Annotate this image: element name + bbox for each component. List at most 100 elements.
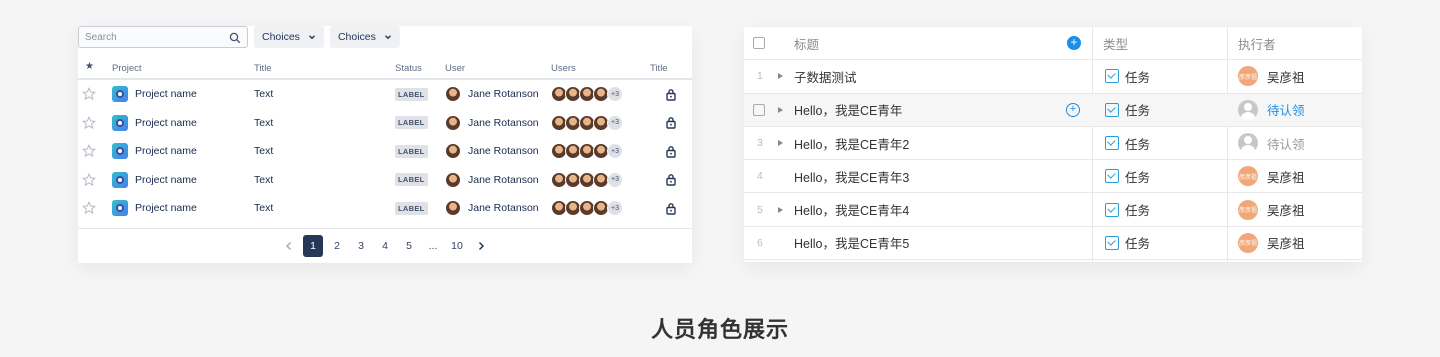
table-row[interactable]: Project name Text LABEL Jane Rotanson +3 — [78, 109, 692, 138]
col-title[interactable]: 标题 — [794, 27, 819, 59]
col-status[interactable]: Status — [395, 63, 422, 74]
assignee-name[interactable]: 吴彦祖 — [1267, 67, 1305, 86]
task-title[interactable]: Hello，我是CE青年3 — [794, 160, 909, 192]
task-row[interactable]: Hello，我是CE青年 + 任务 待认领 — [744, 93, 1362, 127]
star-icon[interactable] — [82, 137, 96, 166]
star-icon[interactable] — [82, 80, 96, 109]
assignee-name[interactable]: 吴彦祖 — [1267, 167, 1305, 186]
page-4[interactable]: 4 — [375, 235, 395, 257]
more-users-badge[interactable]: +3 — [607, 200, 623, 217]
avatar-group[interactable]: +3 — [551, 166, 623, 195]
task-row[interactable]: 3 Hello，我是CE青年2 任务 待认领 — [744, 127, 1362, 161]
task-type[interactable]: 任务 — [1125, 100, 1150, 119]
more-users-badge[interactable]: +3 — [607, 143, 623, 160]
select-all-checkbox[interactable] — [753, 37, 765, 50]
lock-icon[interactable] — [665, 137, 677, 166]
more-users-badge[interactable]: +3 — [607, 171, 623, 188]
expand-icon[interactable] — [778, 94, 783, 126]
page-10[interactable]: 10 — [447, 235, 467, 257]
table-row[interactable]: Project name Text LABEL Jane Rotanson +3 — [78, 137, 692, 166]
col-type[interactable]: 类型 — [1103, 27, 1128, 59]
star-icon[interactable] — [82, 109, 96, 138]
task-title[interactable]: Hello，我是CE青年4 — [794, 193, 909, 225]
lock-icon[interactable] — [665, 166, 677, 195]
choices-dropdown-1[interactable]: Choices — [254, 26, 324, 48]
lock-icon[interactable] — [665, 194, 677, 223]
project-icon — [112, 200, 128, 217]
more-users-badge[interactable]: +3 — [607, 114, 623, 131]
page-caption: 人员角色展示 — [650, 317, 789, 342]
col-title-2[interactable]: Title — [650, 63, 668, 74]
table-row[interactable]: Project name Text LABEL Jane Rotanson +3 — [78, 166, 692, 195]
assignee-name[interactable]: 吴彦祖 — [1267, 200, 1305, 219]
col-project[interactable]: Project — [112, 63, 142, 74]
user-name[interactable]: Jane Rotanson — [468, 117, 539, 129]
prev-page-icon[interactable] — [279, 235, 299, 257]
col-users[interactable]: Users — [551, 63, 576, 74]
task-title[interactable]: Hello，我是CE青年5 — [794, 227, 909, 259]
page-2[interactable]: 2 — [327, 235, 347, 257]
task-row[interactable]: 4 Hello，我是CE青年3 任务 彦彦祖 吴彦祖 — [744, 160, 1362, 194]
user-name[interactable]: Jane Rotanson — [468, 145, 539, 157]
star-icon[interactable] — [82, 194, 96, 223]
expand-icon[interactable] — [778, 127, 783, 159]
add-column-icon[interactable]: + — [1067, 36, 1081, 51]
assignee-name[interactable]: 吴彦祖 — [1267, 233, 1305, 252]
task-row[interactable]: 5 Hello，我是CE青年4 任务 彦彦祖 吴彦祖 — [744, 193, 1362, 227]
task-row[interactable]: 1 子数据测试 任务 彦彦祖 吴彦祖 — [744, 60, 1362, 94]
star-column-icon[interactable]: ★ — [85, 61, 94, 72]
table-row[interactable]: Project name Text LABEL Jane Rotanson +3 — [78, 194, 692, 223]
avatar: 彦彦祖 — [1238, 66, 1258, 87]
avatar-group[interactable]: +3 — [551, 80, 623, 109]
project-table: ★ Project Title Status User Users Title … — [78, 56, 692, 223]
row-number: 1 — [757, 70, 763, 83]
task-row[interactable]: 6 Hello，我是CE青年5 任务 彦彦祖 吴彦祖 — [744, 227, 1362, 261]
search-input[interactable]: Search — [78, 26, 248, 48]
page-1[interactable]: 1 — [303, 235, 323, 257]
choices-dropdown-2[interactable]: Choices — [329, 26, 400, 48]
avatar-group[interactable]: +3 — [551, 137, 623, 166]
task-title[interactable]: Hello，我是CE青年2 — [794, 127, 909, 159]
status-badge: LABEL — [395, 201, 428, 215]
assignee-name[interactable]: 待认领 — [1267, 100, 1305, 119]
expand-icon[interactable] — [778, 193, 783, 225]
page-3[interactable]: 3 — [351, 235, 371, 257]
avatar-group[interactable]: +3 — [551, 194, 623, 223]
task-type[interactable]: 任务 — [1125, 233, 1150, 252]
user-name[interactable]: Jane Rotanson — [468, 202, 539, 214]
avatar: 彦彦祖 — [1238, 166, 1258, 187]
col-assignee[interactable]: 执行者 — [1238, 27, 1276, 59]
task-type-icon — [1105, 235, 1119, 250]
star-icon[interactable] — [82, 166, 96, 195]
status-badge: LABEL — [395, 87, 428, 101]
project-name[interactable]: Project name — [135, 145, 197, 157]
col-user[interactable]: User — [445, 63, 465, 74]
next-page-icon[interactable] — [471, 235, 491, 257]
row-checkbox[interactable] — [753, 103, 765, 116]
lock-icon[interactable] — [665, 80, 677, 109]
page-5[interactable]: 5 — [399, 235, 419, 257]
lock-icon[interactable] — [665, 109, 677, 138]
task-type[interactable]: 任务 — [1125, 200, 1150, 219]
project-table-panel: Search Choices Choices ★ Project Title S… — [78, 26, 692, 263]
task-type[interactable]: 任务 — [1125, 67, 1150, 86]
project-name[interactable]: Project name — [135, 117, 197, 129]
expand-icon[interactable] — [778, 60, 783, 92]
row-number: 4 — [757, 170, 763, 183]
add-subtask-icon[interactable]: + — [1066, 102, 1080, 117]
task-title[interactable]: Hello，我是CE青年 — [794, 94, 902, 126]
task-type[interactable]: 任务 — [1125, 134, 1150, 153]
project-name[interactable]: Project name — [135, 202, 197, 214]
project-name[interactable]: Project name — [135, 174, 197, 186]
project-name[interactable]: Project name — [135, 88, 197, 100]
task-title[interactable]: 子数据测试 — [794, 60, 857, 92]
avatar-group[interactable]: +3 — [551, 109, 623, 138]
col-title[interactable]: Title — [254, 63, 272, 74]
assignee-name[interactable]: 待认领 — [1267, 134, 1305, 153]
task-type-icon — [1105, 69, 1119, 84]
task-type[interactable]: 任务 — [1125, 167, 1150, 186]
user-name[interactable]: Jane Rotanson — [468, 174, 539, 186]
more-users-badge[interactable]: +3 — [607, 86, 623, 103]
user-name[interactable]: Jane Rotanson — [468, 88, 539, 100]
table-row[interactable]: Project name Text LABEL Jane Rotanson +3 — [78, 80, 692, 109]
